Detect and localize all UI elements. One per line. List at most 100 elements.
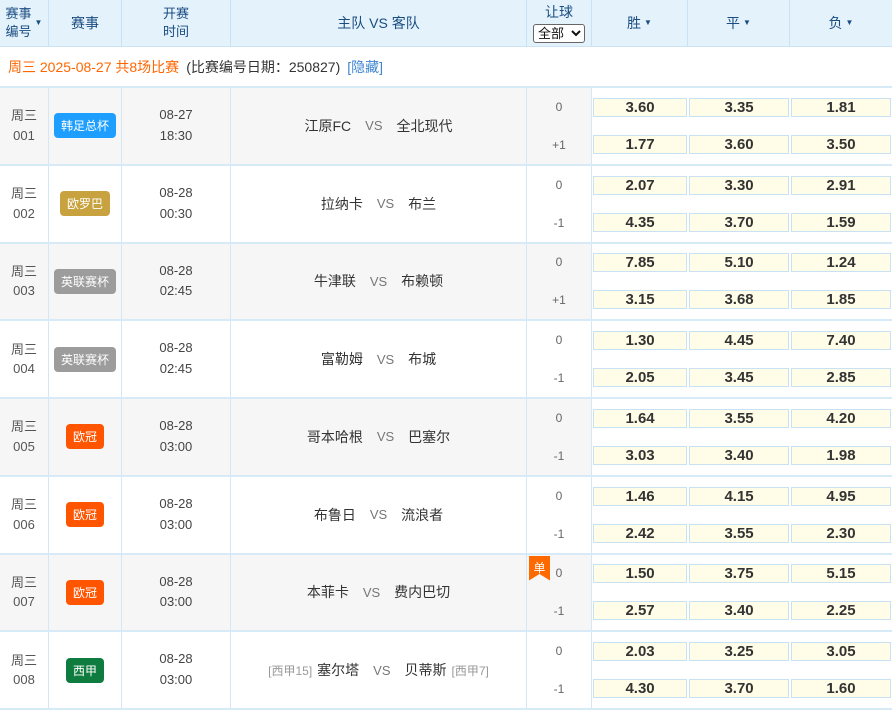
header-match-no[interactable]: 赛事 编号 ▼ [0,0,49,46]
odds-cell-draw[interactable]: 3.60 [689,135,789,154]
match-day: 周三 [11,340,37,360]
odds-cell-lose[interactable]: 7.40 [791,331,891,350]
odds-cell-draw[interactable]: 3.25 [689,642,789,661]
odds-cell-win[interactable]: 4.30 [593,679,687,698]
odds-cell-lose[interactable]: 3.05 [791,642,891,661]
home-team: 塞尔塔 [317,660,359,680]
odds-cell-draw[interactable]: 3.55 [689,409,789,428]
odds-cell-lose[interactable]: 1.24 [791,253,891,272]
odds-cell-win[interactable]: 2.05 [593,368,687,387]
home-team-group: 牛津联 [314,271,356,291]
odds-table: 赛事 编号 ▼ 赛事 开赛 时间 主队 VS 客队 让球 全部 胜 ▼ [0,0,892,710]
odds-cell-draw[interactable]: 4.15 [689,487,789,506]
odds-cell-draw[interactable]: 3.70 [689,679,789,698]
odds-cell-lose[interactable]: 1.81 [791,98,891,117]
start-time-cell: 08-28 02:45 [122,244,231,320]
odds-cell-win[interactable]: 2.07 [593,176,687,195]
hide-link[interactable]: [隐藏] [347,57,383,77]
odds-cell-draw[interactable]: 3.68 [689,290,789,309]
teams-cell: 布鲁日 VS 流浪者 [231,477,527,553]
handicap-cell: 0 -1 [527,166,592,242]
league-cell: 欧冠 [49,477,122,553]
header-league: 赛事 [49,0,122,46]
league-cell: 英联赛杯 [49,321,122,397]
odds-cell-lose[interactable]: 2.30 [791,524,891,543]
odds-cell-draw[interactable]: 3.70 [689,213,789,232]
handicap-cell: 0 +1 [527,88,592,164]
handicap-filter-select[interactable]: 全部 [533,24,585,43]
odds-cell-draw[interactable]: 3.40 [689,446,789,465]
league-cell: 欧冠 [49,399,122,475]
match-number-cell: 周三 007 [0,555,49,631]
home-team-group: [西甲15] 塞尔塔 [268,660,359,680]
date-summary: 周三 2025-08-27 共8场比赛 [8,57,179,77]
header-teams: 主队 VS 客队 [231,0,527,46]
odds-cell-win[interactable]: 3.15 [593,290,687,309]
odds-grid: 1.46 4.15 4.95 2.42 3.55 2.30 [592,477,892,553]
odds-cell-lose[interactable]: 2.91 [791,176,891,195]
odds-cell-win[interactable]: 3.03 [593,446,687,465]
sort-arrow-icon[interactable]: ▼ [35,18,43,29]
odds-cell-draw[interactable]: 4.45 [689,331,789,350]
header-lose-label: 负 [829,14,843,33]
odds-cell-win[interactable]: 1.77 [593,135,687,154]
odds-cell-lose[interactable]: 1.59 [791,213,891,232]
odds-cell-win[interactable]: 7.85 [593,253,687,272]
draw-dropdown-icon[interactable]: ▼ [743,18,751,29]
league-cell: 西甲 [49,632,122,708]
odds-cell-draw[interactable]: 3.30 [689,176,789,195]
odds-cell-lose[interactable]: 1.85 [791,290,891,309]
home-team: 牛津联 [314,271,356,291]
odds-cell-draw[interactable]: 3.55 [689,524,789,543]
match-code: 006 [13,515,35,535]
odds-cell-lose[interactable]: 1.98 [791,446,891,465]
odds-cell-win[interactable]: 3.60 [593,98,687,117]
header-lose[interactable]: 负 ▼ [790,0,892,46]
lose-dropdown-icon[interactable]: ▼ [846,18,854,29]
match-date: 08-28 [159,572,192,593]
odds-cell-draw[interactable]: 5.10 [689,253,789,272]
odds-cell-lose[interactable]: 4.20 [791,409,891,428]
away-team: 费内巴切 [394,582,450,602]
teams-cell: 江原FC VS 全北现代 [231,88,527,164]
odds-cell-lose[interactable]: 5.15 [791,564,891,583]
win-dropdown-icon[interactable]: ▼ [644,18,652,29]
odds-cell-win[interactable]: 1.50 [593,564,687,583]
odds-cell-lose[interactable]: 4.95 [791,487,891,506]
header-draw[interactable]: 平 ▼ [688,0,790,46]
header-time-label: 开赛 时间 [163,5,189,40]
match-row: 周三 001 韩足总杯 08-27 18:30 江原FC VS 全北现代 0 +… [0,88,892,166]
match-id-note: (比赛编号日期：250827) [186,57,340,77]
handicap-value: -1 [527,670,591,708]
odds-cell-lose[interactable]: 2.85 [791,368,891,387]
match-code: 005 [13,437,35,457]
league-badge: 英联赛杯 [54,347,116,372]
odds-cell-win[interactable]: 2.03 [593,642,687,661]
odds-cell-win[interactable]: 1.64 [593,409,687,428]
odds-cell-win[interactable]: 2.57 [593,601,687,620]
odds-cell-win[interactable]: 1.30 [593,331,687,350]
odds-cell-draw[interactable]: 3.40 [689,601,789,620]
start-time-cell: 08-28 03:00 [122,632,231,708]
odds-cell-lose[interactable]: 3.50 [791,135,891,154]
odds-cell-draw[interactable]: 3.75 [689,564,789,583]
match-number-cell: 周三 001 [0,88,49,164]
match-code: 008 [13,670,35,690]
odds-cell-win[interactable]: 4.35 [593,213,687,232]
odds-cell-win[interactable]: 2.42 [593,524,687,543]
odds-grid: 3.60 3.35 1.81 1.77 3.60 3.50 [592,88,892,164]
match-time: 18:30 [160,126,193,147]
odds-cell-win[interactable]: 1.46 [593,487,687,506]
home-rank: [西甲15] [268,662,312,679]
odds-grid: 1.50 3.75 5.15 2.57 3.40 2.25 [592,555,892,631]
vs-label: VS [370,507,387,522]
odds-cell-lose[interactable]: 2.25 [791,601,891,620]
match-number-cell: 周三 005 [0,399,49,475]
odds-cell-draw[interactable]: 3.45 [689,368,789,387]
header-win[interactable]: 胜 ▼ [592,0,688,46]
away-team-group: 全北现代 [397,116,453,136]
odds-cell-lose[interactable]: 1.60 [791,679,891,698]
league-badge: 欧冠 [66,424,104,449]
odds-cell-draw[interactable]: 3.35 [689,98,789,117]
start-time-cell: 08-28 03:00 [122,555,231,631]
